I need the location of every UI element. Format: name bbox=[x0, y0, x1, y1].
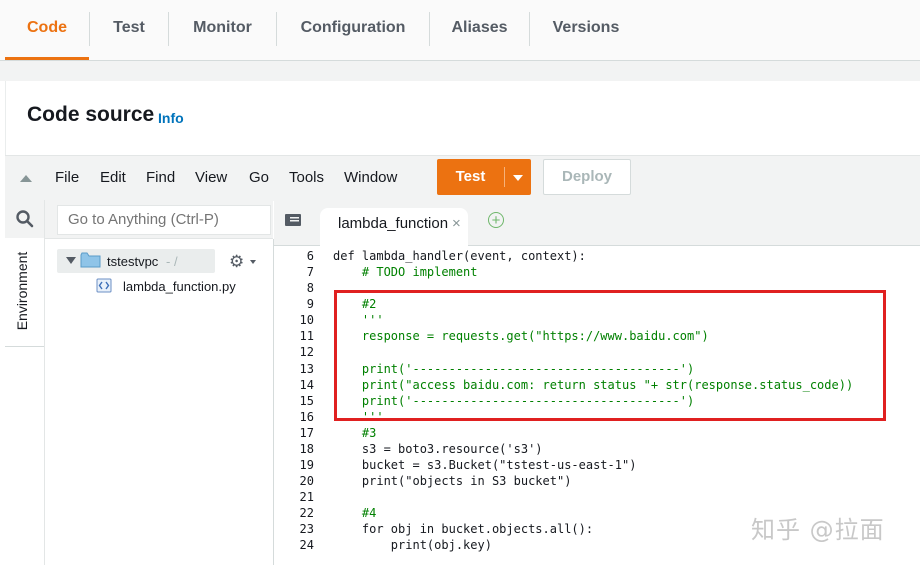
line-number: 7 bbox=[306, 265, 314, 279]
test-button[interactable]: Test bbox=[437, 159, 531, 195]
menu-edit[interactable]: Edit bbox=[100, 169, 126, 186]
search-icon[interactable] bbox=[15, 209, 35, 229]
goto-anything-input[interactable] bbox=[57, 205, 271, 235]
line-number: 6 bbox=[306, 249, 314, 263]
search-cell[interactable] bbox=[5, 200, 44, 239]
menu-find[interactable]: Find bbox=[146, 169, 175, 186]
environment-label[interactable]: Environment bbox=[14, 241, 30, 341]
line-number: 10 bbox=[299, 313, 314, 327]
python-file-icon bbox=[96, 278, 112, 293]
annotation-highlight-box bbox=[334, 290, 886, 421]
test-button-label[interactable]: Test bbox=[437, 159, 504, 195]
line-number: 19 bbox=[299, 458, 314, 472]
tab-monitor[interactable]: Monitor bbox=[169, 0, 276, 58]
tab-configuration[interactable]: Configuration bbox=[277, 0, 429, 58]
tab-test[interactable]: Test bbox=[90, 0, 168, 58]
line-number: 9 bbox=[306, 297, 314, 311]
line-number: 23 bbox=[299, 522, 314, 536]
chevron-down-icon[interactable] bbox=[250, 260, 256, 264]
deploy-button[interactable]: Deploy bbox=[543, 159, 631, 195]
line-number: 18 bbox=[299, 442, 314, 456]
line-number: 11 bbox=[299, 329, 314, 343]
line-number: 12 bbox=[299, 345, 314, 359]
chevron-down-icon[interactable] bbox=[513, 175, 523, 181]
tab-code[interactable]: Code bbox=[5, 0, 89, 60]
line-number: 24 bbox=[299, 538, 314, 552]
button-divider bbox=[504, 167, 505, 187]
menu-view[interactable]: View bbox=[195, 169, 227, 186]
caret-down-icon[interactable] bbox=[66, 257, 76, 264]
folder-icon bbox=[80, 252, 101, 268]
code-line[interactable]: s3 = boto3.resource('s3') bbox=[333, 441, 543, 457]
line-number: 21 bbox=[299, 490, 314, 504]
section-gap bbox=[0, 61, 920, 81]
file-tree-item[interactable]: lambda_function.py bbox=[123, 279, 236, 294]
menu-file[interactable]: File bbox=[55, 169, 79, 186]
line-number: 13 bbox=[299, 362, 314, 376]
line-number: 20 bbox=[299, 474, 314, 488]
editor-tab-label[interactable]: lambda_function bbox=[338, 215, 448, 232]
line-number: 22 bbox=[299, 506, 314, 520]
plus-circle-icon[interactable]: + bbox=[488, 212, 504, 228]
line-number: 17 bbox=[299, 426, 314, 440]
tab-aliases[interactable]: Aliases bbox=[430, 0, 529, 58]
tab-versions[interactable]: Versions bbox=[530, 0, 642, 58]
code-line[interactable]: for obj in bucket.objects.all(): bbox=[333, 521, 593, 537]
line-number: 8 bbox=[306, 281, 314, 295]
gear-icon[interactable]: ⚙ bbox=[229, 252, 244, 272]
tree-root-label[interactable]: tstestvpc bbox=[107, 254, 158, 269]
menu-go[interactable]: Go bbox=[249, 169, 269, 186]
code-line[interactable]: # TODO implement bbox=[333, 264, 478, 280]
page-title: Code source bbox=[27, 103, 155, 126]
menu-tools[interactable]: Tools bbox=[289, 169, 324, 186]
tree-root-suffix: - / bbox=[166, 254, 178, 269]
line-number: 14 bbox=[299, 378, 314, 392]
code-line[interactable]: bucket = s3.Bucket("tstest-us-east-1") bbox=[333, 457, 637, 473]
code-line[interactable]: print(obj.key) bbox=[333, 537, 492, 553]
code-line[interactable]: #3 bbox=[333, 425, 376, 441]
menu-window[interactable]: Window bbox=[344, 169, 397, 186]
code-line[interactable]: #4 bbox=[333, 505, 376, 521]
code-line[interactable]: def lambda_handler(event, context): bbox=[333, 248, 586, 264]
watermark: 知乎 @拉面 bbox=[751, 516, 885, 544]
code-line[interactable]: print("objects in S3 bucket") bbox=[333, 473, 572, 489]
tab-list-icon[interactable] bbox=[285, 214, 301, 226]
close-icon[interactable]: × bbox=[452, 215, 461, 232]
line-number: 16 bbox=[299, 410, 314, 424]
triangle-up-icon[interactable] bbox=[20, 175, 32, 182]
info-link[interactable]: Info bbox=[158, 110, 184, 126]
line-number: 15 bbox=[299, 394, 314, 408]
